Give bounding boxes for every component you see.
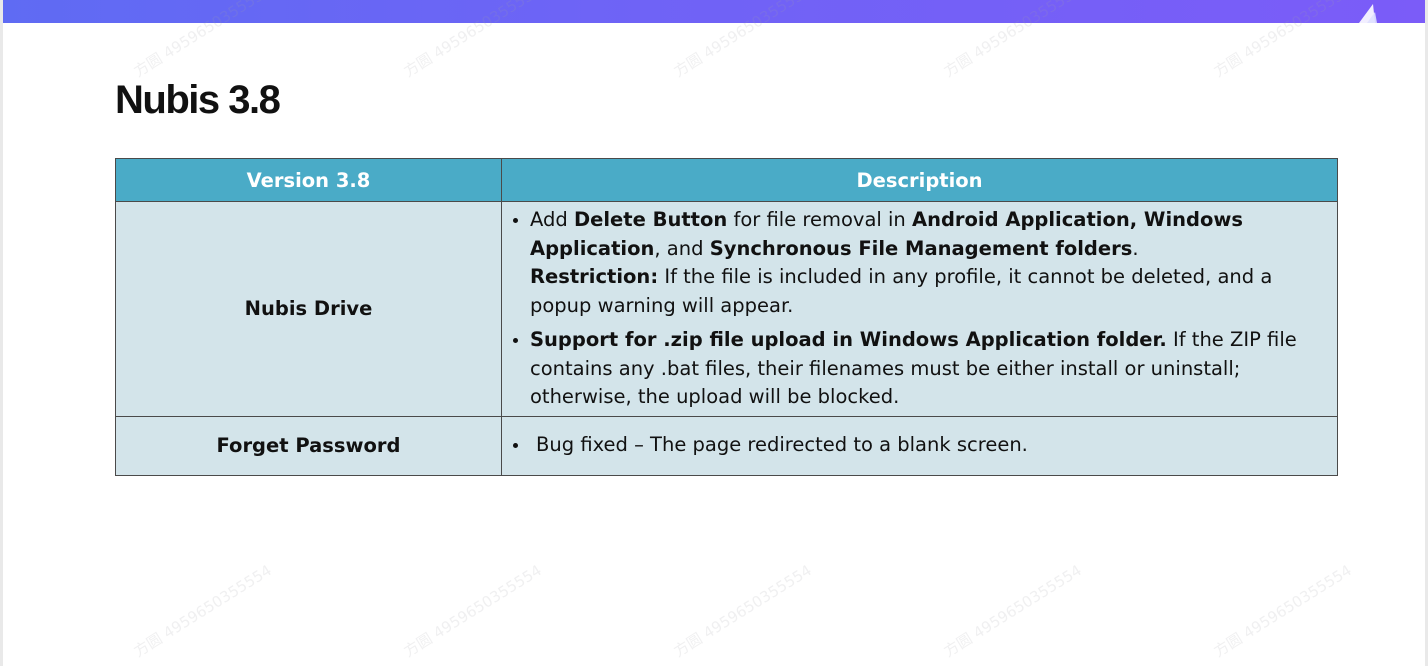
corner-logo-mark bbox=[1359, 4, 1377, 23]
watermark: 方圆 4959650355554 bbox=[130, 561, 275, 661]
feature-cell: Forget Password bbox=[115, 415, 502, 476]
bullet-list: Add Delete Button for file removal in An… bbox=[502, 206, 1319, 412]
header-version: Version 3.8 bbox=[115, 158, 502, 202]
table-row: Forget Password Bug fixed – The page red… bbox=[115, 415, 1338, 476]
description-cell: Add Delete Button for file removal in An… bbox=[501, 201, 1338, 417]
text-bold: Synchronous File Management folders bbox=[709, 236, 1133, 260]
list-item: Bug fixed – The page redirected to a bla… bbox=[530, 431, 1319, 460]
feature-cell: Nubis Drive bbox=[115, 201, 502, 417]
list-item: Support for .zip file upload in Windows … bbox=[530, 326, 1319, 412]
bullet-list: Bug fixed – The page redirected to a bla… bbox=[502, 431, 1319, 460]
header-description: Description bbox=[501, 158, 1338, 202]
description-cell: Bug fixed – The page redirected to a bla… bbox=[501, 415, 1338, 476]
top-banner bbox=[3, 0, 1425, 23]
release-notes-table: Version 3.8 Description Nubis Drive Add … bbox=[115, 158, 1338, 476]
restriction-label: Restriction: bbox=[530, 265, 659, 288]
text: . bbox=[1132, 236, 1139, 260]
text: Add bbox=[530, 208, 574, 231]
list-item: Add Delete Button for file removal in An… bbox=[530, 206, 1319, 320]
slide-title: Nubis 3.8 bbox=[115, 78, 281, 122]
table-header-row: Version 3.8 Description bbox=[115, 158, 1338, 202]
slide: 方圆 4959650355554 方圆 4959650355554 方圆 495… bbox=[3, 0, 1425, 666]
text-bold: Support for .zip file upload in Windows … bbox=[530, 328, 1167, 351]
watermark: 方圆 4959650355554 bbox=[670, 561, 815, 661]
text-bold: Delete Button bbox=[573, 208, 728, 231]
text: , and bbox=[654, 236, 710, 260]
watermark: 方圆 4959650355554 bbox=[1210, 561, 1355, 661]
text: for file removal in bbox=[727, 208, 912, 231]
watermark: 方圆 4959650355554 bbox=[940, 561, 1085, 661]
watermark: 方圆 4959650355554 bbox=[400, 561, 545, 661]
table-row: Nubis Drive Add Delete Button for file r… bbox=[115, 201, 1338, 417]
